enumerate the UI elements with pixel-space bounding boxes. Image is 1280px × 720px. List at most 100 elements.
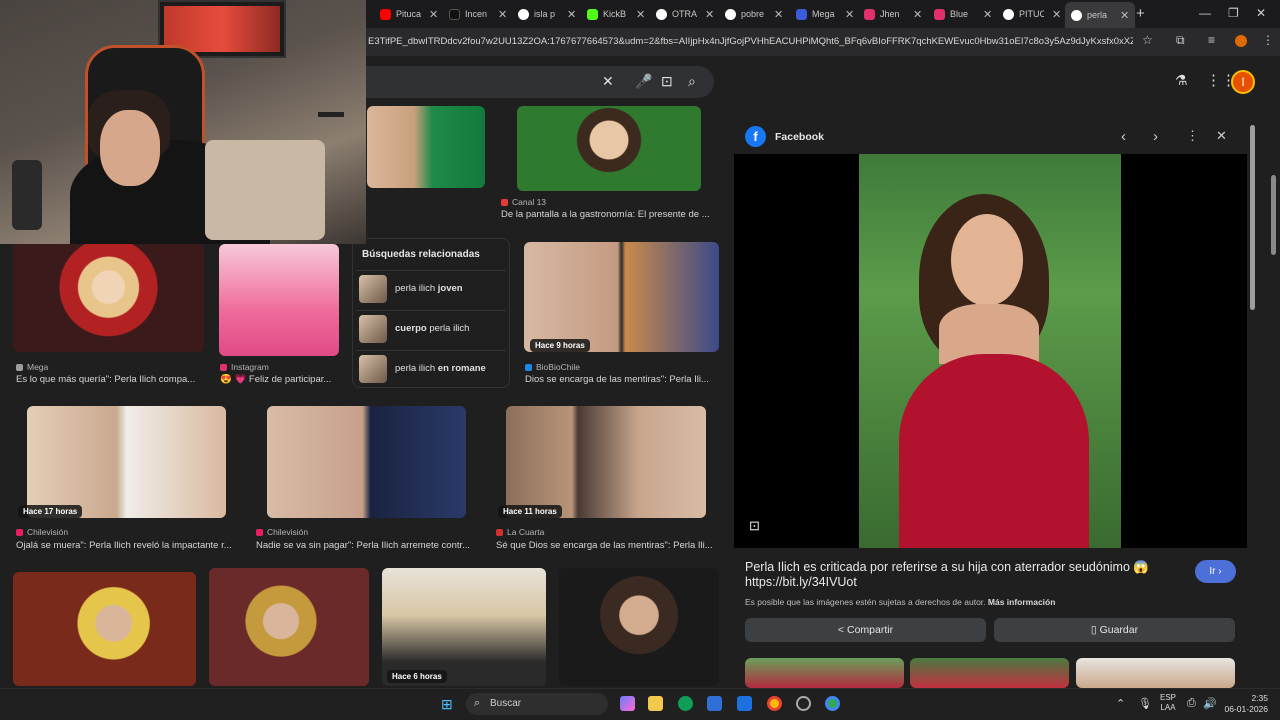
- tab-pituca[interactable]: Pituca ✕: [380, 3, 438, 25]
- tab-pobre[interactable]: pobre ✕: [725, 3, 783, 25]
- tab-kick[interactable]: KickB ✕: [587, 3, 645, 25]
- result-title-chv-1[interactable]: Ojalá se muera": Perla Ilich reveló la i…: [16, 540, 238, 551]
- profile-icon[interactable]: [1235, 35, 1247, 47]
- page-scrollbar[interactable]: [1271, 175, 1276, 255]
- previous-icon[interactable]: ‹: [1121, 128, 1126, 145]
- result-image-bottom-3[interactable]: [382, 568, 546, 686]
- result-source-canal13[interactable]: Canal 13: [501, 197, 546, 207]
- tab-otra[interactable]: OTRA ✕: [656, 3, 714, 25]
- result-image-canal13[interactable]: [517, 106, 701, 191]
- close-tab-icon[interactable]: ✕: [845, 8, 854, 21]
- close-tab-icon[interactable]: ✕: [429, 8, 438, 21]
- related-preview-1[interactable]: [745, 658, 904, 688]
- result-source-chv-2[interactable]: Chilevisión: [256, 527, 308, 537]
- result-title-chv-2[interactable]: Nadie se va sin pagar": Perla Ilich arre…: [256, 540, 478, 551]
- close-tab-icon[interactable]: ✕: [774, 8, 783, 21]
- lens-icon[interactable]: ⊡: [749, 518, 760, 534]
- related-search-item[interactable]: perla ilich joven: [356, 270, 506, 306]
- url-field[interactable]: E3TifPE_dbwITRDdcv2fou7w2UU13Z2OA:176767…: [368, 36, 1133, 47]
- microphone-icon[interactable]: 🎙: [1138, 697, 1152, 710]
- close-tab-icon[interactable]: ✕: [1052, 8, 1061, 21]
- related-preview-3[interactable]: [1076, 658, 1235, 688]
- result-title-mega[interactable]: Es lo que más quería": Perla Ilich compa…: [16, 374, 206, 385]
- account-avatar[interactable]: I: [1231, 70, 1255, 94]
- copilot-icon[interactable]: [620, 696, 635, 711]
- close-window-button[interactable]: ✕: [1256, 6, 1266, 20]
- result-image-instagram[interactable]: [219, 244, 339, 356]
- tab-blue[interactable]: Blue ✕: [934, 3, 992, 25]
- minimize-button[interactable]: —: [1199, 6, 1211, 20]
- file-explorer-icon[interactable]: [648, 696, 663, 711]
- lens-search-icon[interactable]: ⊡: [661, 73, 673, 90]
- preview-image[interactable]: [734, 154, 1247, 548]
- media-controls-icon[interactable]: ≡: [1208, 33, 1215, 47]
- result-image-biobio[interactable]: [524, 242, 719, 352]
- clock[interactable]: 2:35 06-01-2026: [1222, 693, 1268, 715]
- result-title-lacuarta[interactable]: Sé que Dios se encarga de las mentiras":…: [496, 540, 718, 551]
- result-image-chv-2[interactable]: [267, 406, 466, 518]
- store-icon[interactable]: [707, 696, 722, 711]
- result-image-top-left[interactable]: [367, 106, 485, 188]
- bookmark-star-icon[interactable]: ☆: [1142, 33, 1153, 47]
- go-button[interactable]: Ir ›: [1195, 560, 1236, 583]
- tab-isla[interactable]: isla p ✕: [518, 3, 576, 25]
- chrome-profile-icon[interactable]: [825, 696, 840, 711]
- more-info-link[interactable]: Más información: [988, 597, 1056, 607]
- labs-flask-icon[interactable]: ⚗: [1175, 72, 1188, 89]
- result-image-bottom-4[interactable]: [559, 568, 719, 686]
- save-button[interactable]: ▯ Guardar: [994, 618, 1235, 642]
- obs-icon[interactable]: [796, 696, 811, 711]
- related-search-item[interactable]: cuerpo perla ilich: [356, 310, 506, 346]
- maximize-button[interactable]: ❐: [1228, 6, 1239, 20]
- edge-icon[interactable]: [678, 696, 693, 711]
- close-icon[interactable]: ✕: [1216, 128, 1227, 144]
- result-source-biobio[interactable]: BioBioChile: [525, 362, 580, 372]
- menu-icon[interactable]: ⋮: [1262, 33, 1274, 47]
- result-image-lacuarta[interactable]: [506, 406, 706, 518]
- search-icon[interactable]: ⌕: [688, 73, 696, 90]
- panel-scrollbar[interactable]: [1250, 125, 1255, 310]
- close-tab-icon[interactable]: ✕: [498, 8, 507, 21]
- preview-caption[interactable]: Perla Ilich es criticada por referirse a…: [745, 560, 1185, 590]
- tab-jhen[interactable]: Jhen ✕: [864, 3, 922, 25]
- volume-icon[interactable]: 🔊: [1203, 697, 1217, 710]
- tab-pituc[interactable]: PITUC ✕: [1003, 3, 1061, 25]
- close-tab-icon[interactable]: ✕: [636, 8, 645, 21]
- language-indicator[interactable]: ESP LAA: [1160, 693, 1176, 713]
- taskbar-search[interactable]: Buscar: [466, 693, 608, 715]
- windows-start-icon[interactable]: ⊞: [441, 696, 453, 713]
- preview-source-name[interactable]: Facebook: [775, 131, 824, 143]
- voice-search-icon[interactable]: 🎤: [635, 73, 652, 90]
- tab-perla-active[interactable]: perla ✕: [1065, 2, 1136, 28]
- result-title-biobio[interactable]: Dios se encarga de las mentiras": Perla …: [525, 374, 720, 385]
- close-tab-icon[interactable]: ✕: [1120, 9, 1129, 22]
- related-preview-2[interactable]: [910, 658, 1069, 688]
- result-source-chv-1[interactable]: Chilevisión: [16, 527, 68, 537]
- mail-icon[interactable]: [737, 696, 752, 711]
- chrome-icon[interactable]: [767, 696, 782, 711]
- result-title-instagram[interactable]: 😍 💗 Feliz de participar...: [220, 374, 340, 385]
- tab-mega[interactable]: Mega ✕: [796, 3, 854, 25]
- result-source-instagram[interactable]: Instagram: [220, 362, 269, 372]
- share-button[interactable]: < Compartir: [745, 618, 986, 642]
- result-image-chv-1[interactable]: [27, 406, 226, 518]
- close-tab-icon[interactable]: ✕: [567, 8, 576, 21]
- result-title-canal13[interactable]: De la pantalla a la gastronomía: El pres…: [501, 209, 711, 220]
- new-tab-button[interactable]: +: [1136, 5, 1145, 22]
- extensions-icon[interactable]: ⧉: [1176, 33, 1185, 48]
- result-image-bottom-2[interactable]: [209, 568, 369, 686]
- close-tab-icon[interactable]: ✕: [705, 8, 714, 21]
- result-image-bottom-1[interactable]: [13, 572, 196, 686]
- result-source-mega[interactable]: Mega: [16, 362, 48, 372]
- close-tab-icon[interactable]: ✕: [913, 8, 922, 21]
- clear-search-icon[interactable]: ✕: [602, 73, 614, 90]
- result-source-lacuarta[interactable]: La Cuarta: [496, 527, 544, 537]
- network-icon[interactable]: ⎙: [1187, 697, 1196, 710]
- tray-overflow-icon[interactable]: ⌃: [1116, 697, 1125, 710]
- related-search-item[interactable]: perla ilich en romane: [356, 350, 506, 386]
- more-options-icon[interactable]: ⋮: [1186, 128, 1199, 144]
- result-image-mega[interactable]: [13, 244, 204, 352]
- tab-incen[interactable]: Incen ✕: [449, 3, 507, 25]
- close-tab-icon[interactable]: ✕: [983, 8, 992, 21]
- next-icon[interactable]: ›: [1153, 128, 1158, 145]
